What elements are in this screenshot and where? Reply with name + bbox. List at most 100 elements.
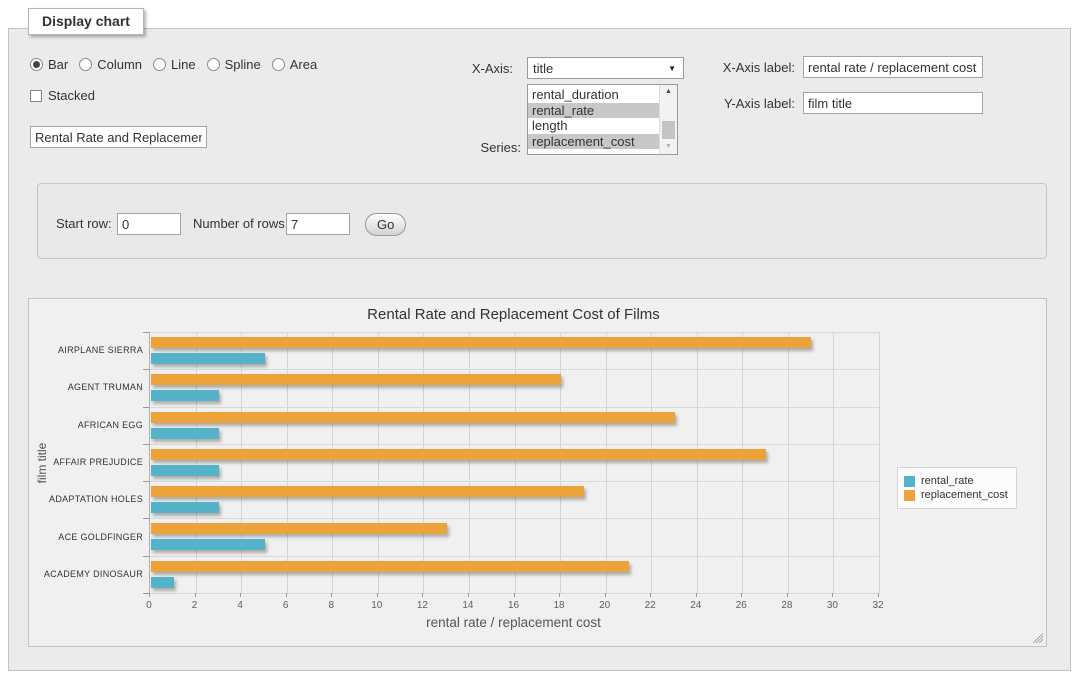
- radio-line[interactable]: Line: [153, 57, 196, 72]
- x-tick-mark: [787, 593, 788, 597]
- y-axis-label-input[interactable]: [803, 92, 983, 114]
- radio-label: Spline: [225, 57, 261, 72]
- bar-rental_rate[interactable]: [151, 428, 219, 439]
- bar-rental_rate[interactable]: [151, 577, 174, 588]
- bar-rental_rate[interactable]: [151, 539, 265, 550]
- bar-replacement_cost[interactable]: [151, 412, 675, 423]
- bar-rental_rate[interactable]: [151, 502, 219, 513]
- series-option-rental_duration[interactable]: rental_duration: [528, 87, 659, 103]
- bar-rental_rate[interactable]: [151, 465, 219, 476]
- gridline-vertical: [788, 332, 789, 593]
- x-tick-label: 22: [635, 600, 665, 611]
- y-tick-mark: [143, 332, 149, 333]
- radio-bar[interactable]: Bar: [30, 57, 68, 72]
- series-option-length[interactable]: length: [528, 118, 659, 134]
- chart-title-input[interactable]: [30, 126, 207, 148]
- gridline-vertical: [469, 332, 470, 593]
- radio-button-icon[interactable]: [30, 58, 43, 71]
- category-label: AGENT TRUMAN: [29, 382, 143, 393]
- x-tick-mark: [514, 593, 515, 597]
- go-button[interactable]: Go: [365, 213, 406, 236]
- gridline-horizontal: [150, 518, 879, 519]
- gridline-vertical: [196, 332, 197, 593]
- x-tick-label: 14: [453, 600, 483, 611]
- gridline-horizontal: [150, 556, 879, 557]
- x-axis-label-caption: X-Axis label:: [688, 60, 795, 76]
- gridline-horizontal: [150, 332, 879, 333]
- x-tick-mark: [605, 593, 606, 597]
- gridline-vertical: [287, 332, 288, 593]
- start-row-input[interactable]: [117, 213, 181, 235]
- bar-replacement_cost[interactable]: [151, 523, 447, 534]
- bar-rental_rate[interactable]: [151, 353, 265, 364]
- legend-label: replacement_cost: [921, 489, 1008, 501]
- x-tick-mark: [422, 593, 423, 597]
- x-tick-label: 4: [225, 600, 255, 611]
- bar-replacement_cost[interactable]: [151, 337, 811, 348]
- scroll-up-icon[interactable]: ▲: [660, 85, 677, 99]
- radio-button-icon[interactable]: [207, 58, 220, 71]
- stacked-checkbox[interactable]: [30, 90, 42, 102]
- number-of-rows-input[interactable]: [286, 213, 350, 235]
- x-tick-label: 28: [772, 600, 802, 611]
- radio-column[interactable]: Column: [79, 57, 142, 72]
- stacked-label: Stacked: [48, 88, 95, 103]
- bar-replacement_cost[interactable]: [151, 449, 766, 460]
- y-tick-mark: [143, 369, 149, 370]
- gridline-vertical: [241, 332, 242, 593]
- scrollbar-thumb[interactable]: [662, 121, 675, 139]
- x-axis-title: rental rate / replacement cost: [149, 615, 878, 630]
- x-tick-mark: [696, 593, 697, 597]
- x-tick-mark: [650, 593, 651, 597]
- x-axis-select[interactable]: title ▼: [527, 57, 684, 79]
- radio-button-icon[interactable]: [79, 58, 92, 71]
- x-tick-label: 20: [590, 600, 620, 611]
- resize-handle-icon[interactable]: [1033, 633, 1043, 643]
- x-tick-label: 24: [681, 600, 711, 611]
- series-option-replacement_cost[interactable]: replacement_cost: [528, 134, 659, 150]
- gridline-vertical: [833, 332, 834, 593]
- x-axis-label-input[interactable]: [803, 56, 983, 78]
- gridline-horizontal: [150, 369, 879, 370]
- legend-label: rental_rate: [921, 475, 974, 487]
- x-tick-mark: [468, 593, 469, 597]
- x-tick-label: 16: [499, 600, 529, 611]
- series-options: rental_durationrental_ratelengthreplacem…: [528, 85, 659, 154]
- radio-spline[interactable]: Spline: [207, 57, 261, 72]
- series-option-rental_rate[interactable]: rental_rate: [528, 103, 659, 119]
- x-tick-label: 18: [544, 600, 574, 611]
- chart-container: Rental Rate and Replacement Cost of Film…: [28, 298, 1047, 647]
- series-list-label: Series:: [420, 140, 521, 156]
- gridline-horizontal: [150, 593, 879, 594]
- series-listbox[interactable]: rental_durationrental_ratelengthreplacem…: [527, 84, 678, 155]
- legend-item-replacement_cost[interactable]: replacement_cost: [904, 489, 1008, 501]
- bar-replacement_cost[interactable]: [151, 374, 561, 385]
- stacked-checkbox-row[interactable]: Stacked: [30, 88, 95, 103]
- app-window: Display chart Bar Column Line Spline Area St…: [0, 0, 1081, 681]
- bar-replacement_cost[interactable]: [151, 561, 629, 572]
- bar-replacement_cost[interactable]: [151, 486, 584, 497]
- gridline-vertical: [515, 332, 516, 593]
- bar-rental_rate[interactable]: [151, 390, 219, 401]
- radio-label: Line: [171, 57, 196, 72]
- x-tick-label: 12: [407, 600, 437, 611]
- x-tick-label: 2: [180, 600, 210, 611]
- listbox-scrollbar[interactable]: ▲ ▼: [659, 85, 677, 154]
- x-axis-select-label: X-Axis:: [420, 61, 513, 77]
- legend-item-rental_rate[interactable]: rental_rate: [904, 475, 1008, 487]
- gridline-horizontal: [150, 444, 879, 445]
- category-label: ACADEMY DINOSAUR: [29, 569, 143, 580]
- radio-button-icon[interactable]: [272, 58, 285, 71]
- gridline-vertical: [651, 332, 652, 593]
- category-label: ADAPTATION HOLES: [29, 494, 143, 505]
- category-label: AFFAIR PREJUDICE: [29, 457, 143, 468]
- legend-swatch: [904, 490, 915, 501]
- y-tick-mark: [143, 444, 149, 445]
- scroll-down-icon[interactable]: ▼: [660, 140, 677, 154]
- x-tick-label: 30: [817, 600, 847, 611]
- x-tick-label: 10: [362, 600, 392, 611]
- radio-area[interactable]: Area: [272, 57, 317, 72]
- category-label: ACE GOLDFINGER: [29, 532, 143, 543]
- fieldset-legend: Display chart: [28, 8, 144, 35]
- radio-button-icon[interactable]: [153, 58, 166, 71]
